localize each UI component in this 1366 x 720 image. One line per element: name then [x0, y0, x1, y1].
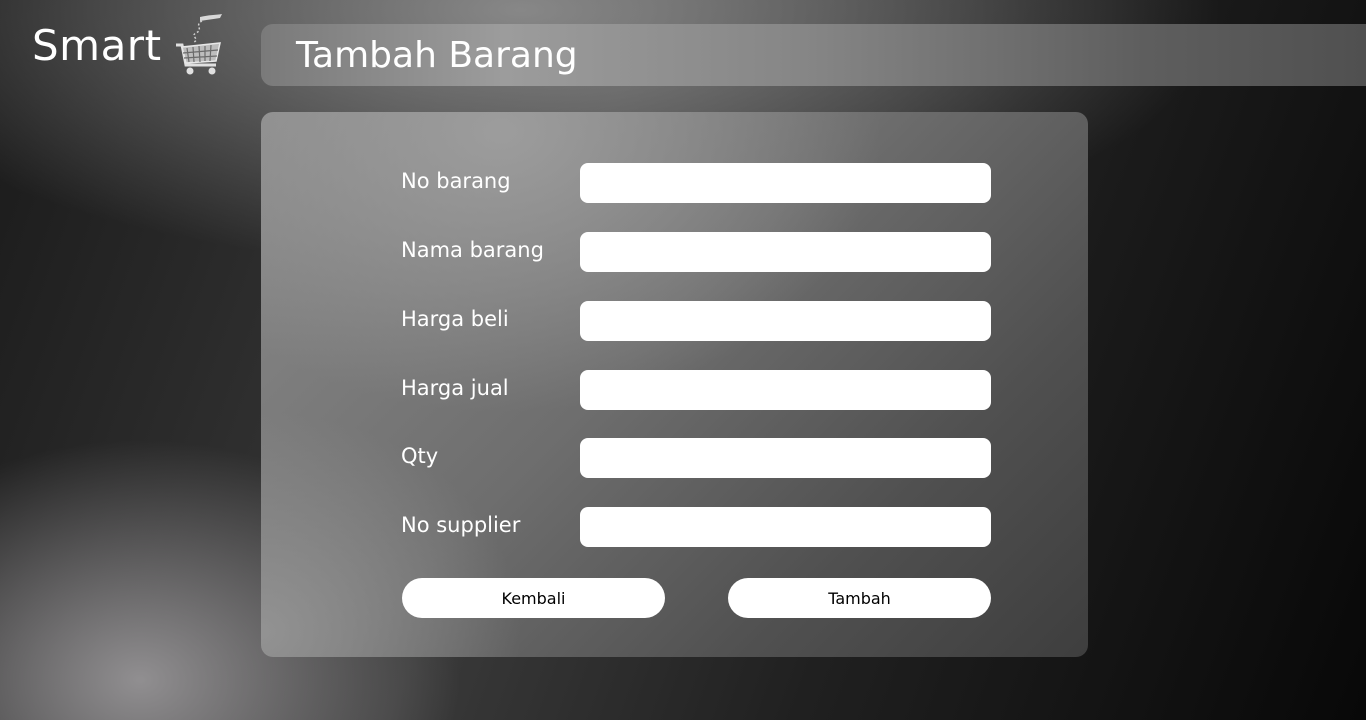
tambah-button[interactable]: Tambah — [728, 578, 991, 618]
shopping-cart-icon — [175, 14, 222, 75]
qty-input[interactable] — [580, 438, 991, 478]
field-row-harga-jual: Harga jual — [401, 370, 991, 410]
harga-jual-input[interactable] — [580, 370, 991, 410]
page-title: Tambah Barang — [296, 34, 578, 76]
field-row-nama-barang: Nama barang — [401, 232, 991, 272]
header-bar: Tambah Barang — [261, 24, 1366, 86]
brand-logo: Smart — [32, 12, 226, 78]
harga-jual-label: Harga jual — [401, 376, 509, 400]
harga-beli-input[interactable] — [580, 301, 991, 341]
nama-barang-input[interactable] — [580, 232, 991, 272]
harga-beli-label: Harga beli — [401, 307, 509, 331]
field-row-no-supplier: No supplier — [401, 507, 991, 547]
qty-label: Qty — [401, 444, 439, 468]
nama-barang-label: Nama barang — [401, 238, 544, 262]
add-item-form: No barang Nama barang Harga beli Harga j… — [261, 112, 1088, 657]
no-barang-label: No barang — [401, 169, 511, 193]
field-row-harga-beli: Harga beli — [401, 301, 991, 341]
no-barang-input[interactable] — [580, 163, 991, 203]
no-supplier-input[interactable] — [580, 507, 991, 547]
no-supplier-label: No supplier — [401, 513, 521, 537]
kembali-button[interactable]: Kembali — [402, 578, 665, 618]
field-row-qty: Qty — [401, 438, 991, 478]
field-row-no-barang: No barang — [401, 163, 991, 203]
brand-name: Smart — [32, 20, 162, 70]
